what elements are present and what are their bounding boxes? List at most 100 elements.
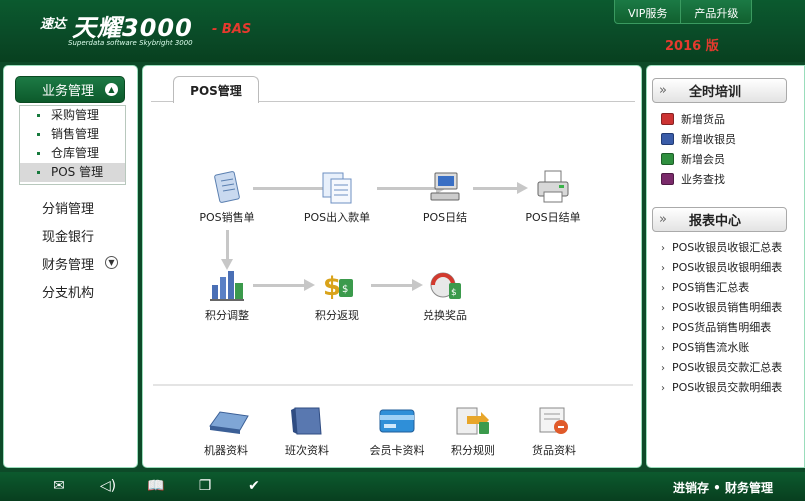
bottom-label: 会员卡资料 bbox=[369, 444, 425, 457]
rules-icon bbox=[453, 406, 493, 436]
logo-prefix: 速达 bbox=[40, 17, 67, 32]
bottom-label: 货品资料 bbox=[532, 444, 576, 457]
business-menu-header[interactable]: 业务管理 ▲ bbox=[15, 76, 125, 103]
member-card-data[interactable]: 会员卡资料 bbox=[357, 406, 437, 458]
report-link[interactable]: › POS收银员收银明细表 bbox=[661, 259, 782, 275]
tab-pos-management[interactable]: POS管理 bbox=[173, 76, 259, 103]
report-link-label: POS收银员收银汇总表 bbox=[672, 241, 783, 254]
submenu-item-purchase[interactable]: 采购管理 bbox=[20, 106, 125, 125]
double-chevron-icon: » bbox=[659, 83, 667, 98]
vip-service-link[interactable]: VIP服务 bbox=[615, 0, 680, 23]
sidebar-item-cash-bank[interactable]: 现金银行 bbox=[42, 226, 94, 245]
logo-subtitle: Superdata software Skybright 3000 bbox=[68, 39, 193, 47]
chevron-right-icon: › bbox=[661, 363, 665, 374]
goods-icon bbox=[661, 113, 674, 125]
computer-icon bbox=[425, 167, 465, 207]
sidebar-item-finance[interactable]: 财务管理 ▼ bbox=[42, 254, 118, 273]
pos-sales-order[interactable]: POS销售单 bbox=[185, 167, 269, 225]
report-link-label: POS销售流水账 bbox=[672, 341, 750, 354]
flow-label: POS出入款单 bbox=[303, 211, 371, 224]
sidebar-item-branches[interactable]: 分支机构 bbox=[42, 282, 94, 301]
chevron-right-icon: › bbox=[661, 323, 665, 334]
expand-icon[interactable]: ▼ bbox=[105, 256, 118, 269]
report-link-label: POS收银员交款汇总表 bbox=[672, 361, 783, 374]
submenu-item-label: POS 管理 bbox=[51, 165, 104, 179]
flow-label: POS销售单 bbox=[199, 211, 255, 224]
documents-icon bbox=[317, 167, 357, 207]
submenu-item-warehouse[interactable]: 仓库管理 bbox=[20, 144, 125, 163]
flow-label: 积分调整 bbox=[205, 309, 249, 322]
flow-arrow bbox=[221, 230, 233, 270]
goods-icon bbox=[534, 406, 574, 436]
bullet-icon bbox=[37, 171, 40, 174]
logo-title: 天耀3000 bbox=[72, 14, 193, 42]
training-link-new-member[interactable]: 新增会员 bbox=[661, 151, 725, 167]
mail-icon[interactable]: ✉ bbox=[49, 478, 69, 494]
copy-icon[interactable]: ❐ bbox=[195, 478, 215, 494]
training-link-label: 业务查找 bbox=[681, 173, 725, 186]
bottom-label: 积分规则 bbox=[451, 444, 495, 457]
training-link-new-cashier[interactable]: 新增收银员 bbox=[661, 131, 736, 147]
report-link[interactable]: › POS销售流水账 bbox=[661, 339, 749, 355]
report-link[interactable]: › POS销售汇总表 bbox=[661, 279, 749, 295]
svg-text:$: $ bbox=[342, 284, 348, 295]
double-chevron-icon: » bbox=[659, 212, 667, 227]
book-icon[interactable]: 📖 bbox=[146, 478, 166, 494]
pos-inout-order[interactable]: POS出入款单 bbox=[295, 167, 379, 225]
points-rules[interactable]: 积分规则 bbox=[433, 406, 513, 458]
shift-data[interactable]: 班次资料 bbox=[267, 406, 347, 458]
report-center-title: 报表中心 bbox=[689, 214, 742, 229]
goods-data[interactable]: 货品资料 bbox=[514, 406, 594, 458]
section-divider bbox=[153, 384, 633, 386]
training-header[interactable]: » 全时培训 bbox=[652, 78, 787, 103]
training-link-new-goods[interactable]: 新增货品 bbox=[661, 111, 725, 127]
training-link-business-search[interactable]: 业务查找 bbox=[661, 171, 725, 187]
machine-data[interactable]: 机器资料 bbox=[186, 406, 266, 458]
training-title: 全时培训 bbox=[689, 85, 742, 100]
report-link[interactable]: › POS货品销售明细表 bbox=[661, 319, 771, 335]
logo-suffix: - BAS bbox=[212, 22, 252, 37]
report-link-label: POS货品销售明细表 bbox=[672, 321, 772, 334]
check-icon[interactable]: ✔ bbox=[244, 478, 264, 494]
report-link[interactable]: › POS收银员销售明细表 bbox=[661, 299, 782, 315]
pos-daily-close[interactable]: POS日结 bbox=[403, 167, 487, 225]
report-link-label: POS销售汇总表 bbox=[672, 281, 750, 294]
report-center-header[interactable]: » 报表中心 bbox=[652, 207, 787, 232]
report-link[interactable]: › POS收银员交款明细表 bbox=[661, 379, 782, 395]
status-text: 进销存 • 财务管理 bbox=[672, 481, 773, 495]
business-menu-label: 业务管理 bbox=[42, 84, 95, 99]
clipboard-icon bbox=[207, 167, 247, 207]
svg-text:$: $ bbox=[451, 288, 457, 298]
submenu-item-sales[interactable]: 销售管理 bbox=[20, 125, 125, 144]
card-icon bbox=[377, 406, 417, 436]
sidebar: 业务管理 ▲ 采购管理 销售管理 仓库管理 POS 管理 分销管理 现金银行 财… bbox=[3, 65, 138, 468]
bar-chart-icon bbox=[207, 265, 247, 305]
business-submenu: 采购管理 销售管理 仓库管理 POS 管理 bbox=[19, 105, 126, 185]
sidebar-item-distribution[interactable]: 分销管理 bbox=[42, 198, 94, 217]
bullet-icon bbox=[37, 114, 40, 117]
collapse-icon[interactable]: ▲ bbox=[105, 83, 118, 96]
submenu-item-label: 采购管理 bbox=[51, 108, 100, 122]
bottom-label: 机器资料 bbox=[204, 444, 248, 457]
redeem-prize[interactable]: $ 兑换奖品 bbox=[403, 265, 487, 323]
training-link-label: 新增收银员 bbox=[681, 133, 736, 146]
main-panel: POS管理 POS销售单 POS出入款单 POS日结 POS日结单 积分调整 $… bbox=[142, 65, 642, 468]
submenu-item-label: 仓库管理 bbox=[51, 146, 100, 160]
speaker-icon[interactable]: ◁) bbox=[98, 478, 118, 494]
bottom-label: 班次资料 bbox=[285, 444, 329, 457]
points-cashback[interactable]: $ $ 积分返现 bbox=[295, 265, 379, 323]
submenu-item-label: 销售管理 bbox=[51, 127, 100, 141]
product-upgrade-link[interactable]: 产品升级 bbox=[680, 0, 751, 23]
submenu-item-pos[interactable]: POS 管理 bbox=[20, 163, 125, 182]
pos-daily-report[interactable]: POS日结单 bbox=[511, 167, 595, 225]
report-link[interactable]: › POS收银员收银汇总表 bbox=[661, 239, 782, 255]
training-link-label: 新增会员 bbox=[681, 153, 725, 166]
report-link[interactable]: › POS收银员交款汇总表 bbox=[661, 359, 782, 375]
bullet-icon bbox=[37, 133, 40, 136]
bullet-icon bbox=[37, 152, 40, 155]
gift-icon: $ bbox=[425, 265, 465, 305]
folder-icon bbox=[287, 406, 327, 436]
chevron-right-icon: › bbox=[661, 343, 665, 354]
points-adjust[interactable]: 积分调整 bbox=[185, 265, 269, 323]
member-icon bbox=[661, 153, 674, 165]
